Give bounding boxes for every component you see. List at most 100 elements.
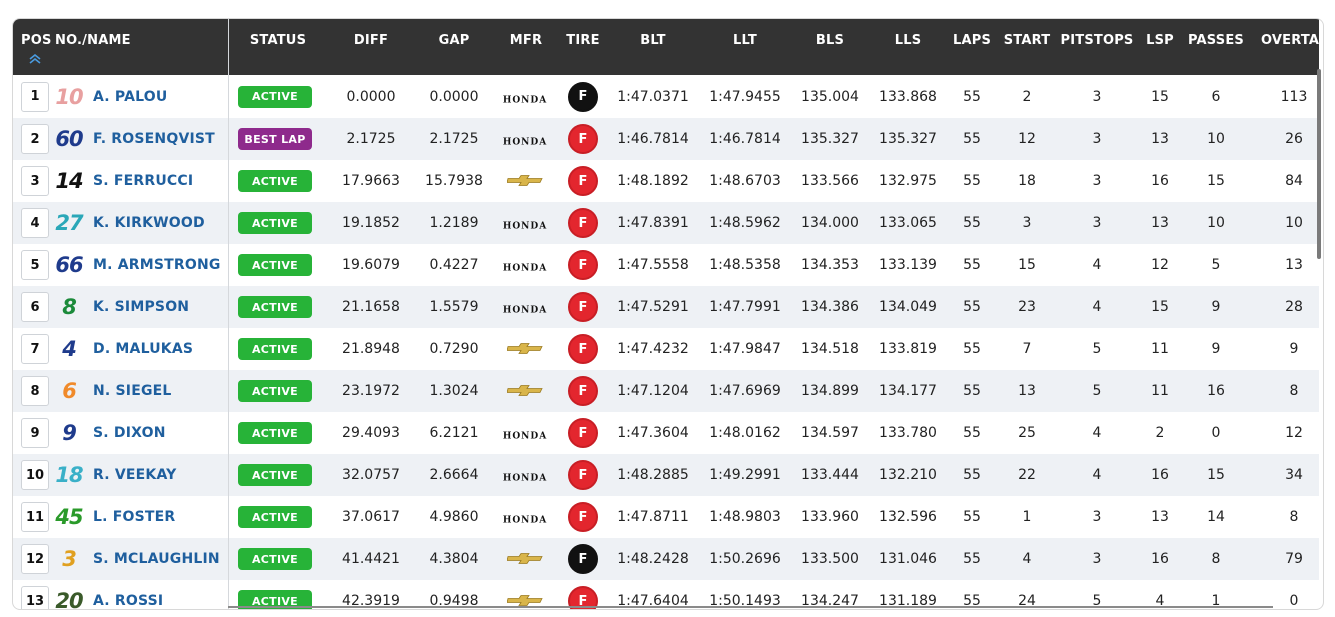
cell-gap: 0.7290 — [429, 341, 479, 357]
cell-diff: 19.6079 — [342, 257, 400, 273]
cell-llt: 1:46.7814 — [709, 131, 781, 147]
alternate-tire-icon: F — [568, 334, 598, 364]
alternate-tire-icon: F — [568, 250, 598, 280]
table-row[interactable]: 9 9 S. DIXON ACTIVE HONDA F 29.4093 6.2121 1:47.… — [13, 412, 1319, 454]
cell-pitstops: 4 — [1092, 467, 1102, 483]
driver-name-link[interactable]: A. ROSSI — [93, 593, 163, 609]
col-diff-header[interactable]: DIFF — [354, 33, 388, 48]
cell-diff: 29.4093 — [342, 425, 400, 441]
cell-overtakes: 13 — [1285, 257, 1303, 273]
cell-pitstops: 3 — [1092, 551, 1102, 567]
table-row[interactable]: 11 45 L. FOSTER ACTIVE HONDA F 37.0617 4.9860 1:… — [13, 496, 1319, 538]
firestone-f-icon: F — [578, 425, 588, 441]
driver-name-link[interactable]: S. MCLAUGHLIN — [93, 551, 220, 567]
cell-start: 7 — [1022, 341, 1032, 357]
car-number: 60 — [55, 127, 83, 151]
table-row[interactable]: 3 14 S. FERRUCCI ACTIVE F 17.9663 15.7938 1:48.… — [13, 160, 1319, 202]
col-tire-header[interactable]: TIRE — [566, 33, 599, 48]
cell-start: 12 — [1018, 131, 1036, 147]
col-bls-header[interactable]: BLS — [816, 33, 844, 48]
table-row[interactable]: 5 66 M. ARMSTRONG ACTIVE HONDA F 19.6079 0.4227… — [13, 244, 1319, 286]
cell-blt: 1:47.3604 — [617, 425, 689, 441]
cell-pitstops: 3 — [1092, 509, 1102, 525]
cell-pitstops: 3 — [1092, 215, 1102, 231]
cell-laps: 55 — [963, 257, 981, 273]
cell-blt: 1:47.8711 — [617, 509, 689, 525]
position-badge: 3 — [21, 166, 49, 196]
cell-bls: 134.353 — [801, 257, 859, 273]
cell-blt: 1:47.4232 — [617, 341, 689, 357]
cell-start: 3 — [1022, 215, 1032, 231]
cell-pitstops: 5 — [1092, 341, 1102, 357]
driver-name-link[interactable]: K. KIRKWOOD — [93, 215, 205, 231]
col-lls-header[interactable]: LLS — [895, 33, 922, 48]
cell-start: 23 — [1018, 299, 1036, 315]
col-lsp-header[interactable]: LSP — [1146, 33, 1174, 48]
status-badge: ACTIVE — [238, 212, 312, 234]
cell-blt: 1:47.0371 — [617, 88, 689, 105]
table-row[interactable]: 8 6 N. SIEGEL ACTIVE F 23.1972 1.3024 1:47.1204… — [13, 370, 1319, 412]
vertical-scrollbar[interactable] — [1317, 69, 1321, 259]
cell-diff: 21.8948 — [342, 341, 400, 357]
col-status-header[interactable]: STATUS — [250, 33, 306, 48]
table-row[interactable]: 7 4 D. MALUKAS ACTIVE F 21.8948 0.7290 1:47.423… — [13, 328, 1319, 370]
col-llt-header[interactable]: LLT — [733, 33, 757, 48]
table-row[interactable]: 10 18 R. VEEKAY ACTIVE HONDA F 32.0757 2.6664 1:… — [13, 454, 1319, 496]
driver-name-link[interactable]: N. SIEGEL — [93, 383, 172, 399]
col-blt-header[interactable]: BLT — [640, 33, 666, 48]
cell-overtakes: 8 — [1289, 509, 1299, 525]
driver-name-link[interactable]: D. MALUKAS — [93, 341, 193, 357]
driver-name-link[interactable]: M. ARMSTRONG — [93, 257, 221, 273]
cell-gap: 2.1725 — [429, 131, 479, 147]
table-row[interactable]: 6 8 K. SIMPSON ACTIVE HONDA F 21.1658 1.5579 1:4… — [13, 286, 1319, 328]
col-passes-header[interactable]: PASSES — [1188, 33, 1244, 48]
col-pos-header[interactable]: POS — [21, 33, 52, 48]
cell-bls: 134.518 — [801, 341, 859, 357]
cell-passes: 14 — [1207, 509, 1225, 525]
driver-name-link[interactable]: S. FERRUCCI — [93, 173, 193, 189]
position-badge: 8 — [21, 376, 49, 406]
cell-overtakes: 12 — [1285, 425, 1303, 441]
col-gap-header[interactable]: GAP — [439, 33, 470, 48]
cell-start: 18 — [1018, 173, 1036, 189]
col-overtakes-header[interactable]: OVERTAKE — [1261, 33, 1323, 48]
cell-blt: 1:47.1204 — [617, 383, 689, 399]
driver-name-link[interactable]: K. SIMPSON — [93, 299, 189, 315]
cell-overtakes: 34 — [1285, 467, 1303, 483]
honda-logo: HONDA — [503, 130, 547, 149]
table-row[interactable]: 12 3 S. MCLAUGHLIN ACTIVE F 41.4421 4.3804 1:48… — [13, 538, 1319, 580]
col-laps-header[interactable]: LAPS — [953, 33, 991, 48]
position-badge: 7 — [21, 334, 49, 364]
cell-blt: 1:46.7814 — [617, 131, 689, 147]
position-badge: 12 — [21, 544, 49, 574]
cell-pitstops: 3 — [1092, 88, 1102, 105]
table-row[interactable]: 1 10 A. PALOU ACTIVE HONDA F 0.0000 0.0000 1:47.… — [13, 75, 1319, 118]
col-mfr-header[interactable]: MFR — [510, 33, 542, 48]
honda-logo-text: HONDA — [502, 515, 548, 526]
col-pitstops-header[interactable]: PITSTOPS — [1060, 33, 1133, 48]
col-name-header[interactable]: NO./NAME — [55, 33, 131, 48]
table-row[interactable]: 2 60 F. ROSENQVIST BEST LAP HONDA F 2.1725 2.17… — [13, 118, 1319, 160]
cell-lls: 134.049 — [879, 299, 937, 315]
status-badge: ACTIVE — [238, 464, 312, 486]
cell-llt: 1:48.5358 — [709, 257, 781, 273]
primary-tire-icon: F — [568, 544, 598, 574]
col-start-header[interactable]: START — [1004, 33, 1051, 48]
driver-name-link[interactable]: S. DIXON — [93, 425, 166, 441]
table-row[interactable]: 4 27 K. KIRKWOOD ACTIVE HONDA F 19.1852 1.2189 1… — [13, 202, 1319, 244]
cell-overtakes: 0 — [1289, 593, 1299, 609]
driver-name-link[interactable]: L. FOSTER — [93, 509, 175, 525]
driver-name-link[interactable]: R. VEEKAY — [93, 467, 176, 483]
cell-gap: 2.6664 — [429, 467, 479, 483]
cell-passes: 8 — [1211, 551, 1221, 567]
sort-chevron-icon[interactable] — [28, 54, 42, 64]
cell-gap: 1.3024 — [429, 383, 479, 399]
cell-lsp: 13 — [1151, 509, 1169, 525]
driver-name-link[interactable]: F. ROSENQVIST — [93, 131, 215, 147]
cell-laps: 55 — [963, 215, 981, 231]
horizontal-scrollbar[interactable] — [228, 606, 1273, 608]
cell-gap: 0.4227 — [429, 257, 479, 273]
driver-name-link[interactable]: A. PALOU — [93, 89, 167, 105]
status-badge: ACTIVE — [238, 422, 312, 444]
leaderboard-table: POS NO./NAME STATUS DIFF GAP MFR TIRE BL… — [13, 19, 1323, 609]
